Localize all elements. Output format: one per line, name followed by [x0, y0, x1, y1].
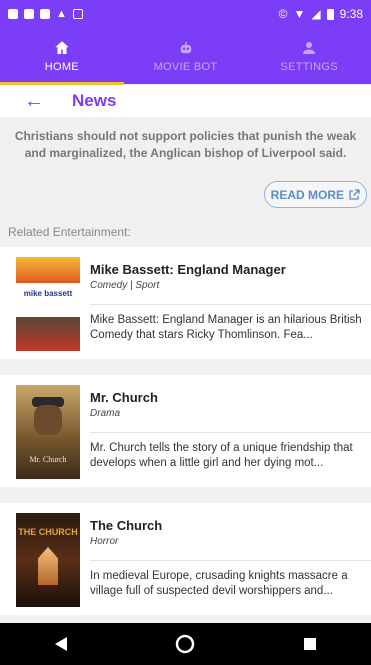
movie-poster: THE CHURCH — [16, 513, 80, 607]
poster-title: mike bassett — [23, 289, 73, 298]
movie-poster: mike bassett — [16, 257, 80, 351]
page-header: ← News — [0, 85, 371, 117]
back-arrow-icon[interactable]: ← — [24, 90, 54, 113]
divider — [90, 560, 371, 561]
article-summary: Christians should not support policies t… — [14, 129, 357, 160]
card-description: Mr. Church tells the story of a unique f… — [90, 442, 353, 469]
tab-settings[interactable]: SETTINGS — [247, 28, 371, 84]
sync-icon: © — [278, 7, 288, 21]
notification-icon — [40, 9, 50, 19]
system-nav-bar — [0, 623, 371, 665]
page-title: News — [72, 91, 117, 110]
back-icon[interactable] — [54, 636, 68, 652]
sim-icon — [72, 9, 83, 19]
home-icon — [55, 41, 69, 54]
recents-icon[interactable] — [303, 637, 317, 651]
external-link-icon — [349, 188, 360, 200]
home-circle-icon[interactable] — [175, 634, 195, 654]
notification-icon — [8, 9, 18, 19]
card-genre: Comedy | Sport — [90, 280, 160, 291]
read-more-label: READ MORE — [270, 187, 344, 202]
card-genre: Horror — [90, 536, 119, 547]
status-time: 9:38 — [339, 7, 363, 21]
tab-movie-bot-label: MOVIE BOT — [153, 61, 218, 73]
top-nav: HOME MOVIE BOT SETTINGS — [0, 28, 371, 84]
tab-home[interactable]: HOME — [0, 28, 124, 84]
card-genre: Drama — [90, 408, 121, 419]
movie-poster: Mr. Church — [16, 385, 80, 479]
read-more-button[interactable]: READ MORE — [263, 181, 367, 208]
person-icon — [303, 42, 316, 54]
warning-icon: ▲ — [56, 8, 67, 20]
card-description: Mike Bassett: England Manager is an hila… — [90, 314, 362, 341]
list-item[interactable]: mike bassett Mike Bassett: England Manag… — [0, 247, 371, 359]
list-item[interactable]: THE CHURCH The Church Horror In medieval… — [0, 503, 371, 615]
status-system: © ▼ ◢ 9:38 — [279, 7, 363, 21]
signal-icon: ◢ — [311, 7, 321, 21]
notification-icon — [24, 9, 34, 19]
wifi-icon: ▼ — [293, 7, 306, 21]
divider — [90, 432, 371, 433]
card-title: The Church — [90, 518, 163, 533]
card-description: In medieval Europe, crusading knights ma… — [90, 570, 348, 597]
tab-settings-label: SETTINGS — [280, 61, 338, 73]
battery-icon — [326, 8, 334, 20]
status-bar: ▲ © ▼ ◢ 9:38 — [0, 0, 371, 28]
tab-movie-bot[interactable]: MOVIE BOT — [124, 28, 248, 84]
list-item[interactable]: Mr. Church Mr. Church Drama Mr. Church t… — [0, 375, 371, 487]
status-notifications: ▲ — [8, 8, 83, 20]
divider — [90, 304, 371, 305]
poster-title: THE CHURCH — [18, 527, 78, 537]
tab-home-label: HOME — [44, 61, 79, 73]
related-section-label: Related Entertainment: — [8, 225, 131, 239]
card-title: Mike Bassett: England Manager — [90, 262, 286, 277]
poster-title: Mr. Church — [29, 455, 67, 464]
robot-icon — [180, 42, 191, 54]
card-title: Mr. Church — [90, 390, 158, 405]
